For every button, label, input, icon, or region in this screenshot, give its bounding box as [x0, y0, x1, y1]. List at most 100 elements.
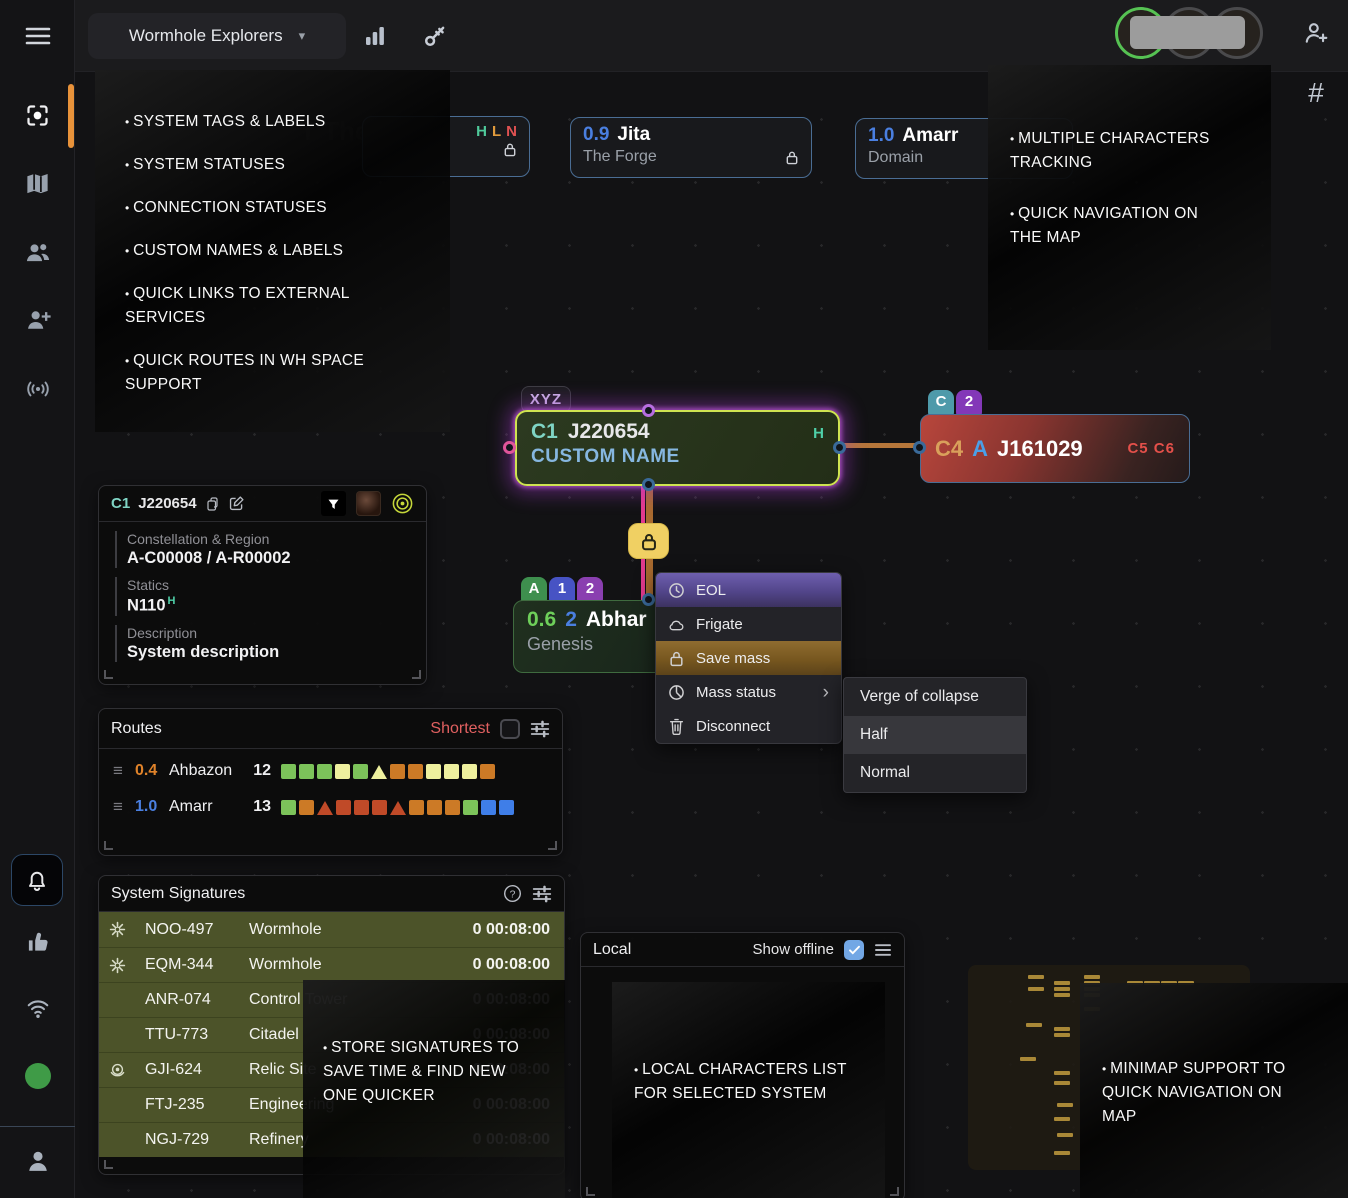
- connection-handle-abhazon-top[interactable]: [642, 593, 655, 606]
- clock-icon: [668, 582, 685, 599]
- add-character-icon[interactable]: [1296, 13, 1336, 53]
- minimap-system-marker: [1057, 1103, 1073, 1107]
- menu-item-frigate[interactable]: Frigate: [656, 607, 841, 641]
- trash-icon: [668, 718, 685, 735]
- route-row[interactable]: ≡1.0Amarr13: [99, 793, 562, 821]
- settings-sliders-icon[interactable]: [530, 720, 550, 738]
- route-marker: [408, 764, 423, 779]
- constellation-region-value: A-C00008 / A-R00002: [127, 549, 412, 568]
- info-label: Statics: [127, 577, 412, 593]
- resize-handle[interactable]: [104, 841, 113, 850]
- system-info-panel[interactable]: C1 J220654 Constellation & Region A-C000…: [98, 485, 427, 685]
- signature-row[interactable]: NOO-497Wormhole0 00:08:00: [99, 912, 564, 947]
- workspace-name: Wormhole Explorers: [129, 26, 283, 46]
- description-value: System description: [127, 643, 412, 662]
- callout-features: SYSTEM TAGS & LABELSSYSTEM STATUSESCONNE…: [95, 70, 450, 432]
- info-label: Constellation & Region: [127, 531, 412, 547]
- settings-sliders-icon[interactable]: [532, 885, 552, 903]
- minimap-system-marker: [1054, 1081, 1070, 1085]
- wormhole-icon: [109, 957, 145, 974]
- minimap-system-marker: [1028, 975, 1044, 979]
- menu-item-eol[interactable]: EOL: [656, 573, 841, 607]
- menu-item-mass-status[interactable]: Mass status›: [656, 675, 841, 709]
- submenu-item-half[interactable]: Half: [844, 716, 1026, 754]
- lock-icon: [785, 150, 799, 165]
- callout-bullet: QUICK NAVIGATION ON THE MAP: [1010, 202, 1257, 250]
- system-node-c4[interactable]: C4 A J161029 C5 C6: [920, 414, 1190, 483]
- sidebar-item-maps[interactable]: [0, 156, 75, 210]
- callout-text: MINIMAP SUPPORT TO QUICK NAVIGATION ON M…: [1102, 1057, 1336, 1129]
- hash-icon[interactable]: #: [1296, 73, 1336, 113]
- workspace-selector[interactable]: Wormhole Explorers ▾: [88, 13, 346, 59]
- connection-handle-bottom[interactable]: [642, 478, 655, 491]
- sidebar-item-broadcast[interactable]: [0, 362, 75, 416]
- resize-handle[interactable]: [586, 1187, 595, 1196]
- minimap-system-marker: [1054, 981, 1070, 985]
- connection-handle-right[interactable]: [833, 441, 846, 454]
- scan-target-icon[interactable]: [391, 492, 414, 515]
- sidebar-item-add-character[interactable]: [0, 293, 75, 347]
- system-node-jita[interactable]: 0.9Jita The Forge: [570, 117, 812, 178]
- routes-panel[interactable]: Routes Shortest ≡0.4Ahbazon12≡1.0Amarr13: [98, 708, 563, 856]
- region-name: Domain: [868, 149, 923, 167]
- minimap-system-marker: [1054, 987, 1070, 991]
- sidebar-item-characters[interactable]: [0, 226, 75, 280]
- statics-value: N110: [127, 597, 166, 615]
- submenu-item-normal[interactable]: Normal: [844, 754, 1026, 792]
- system-effect-thumbnail[interactable]: [356, 491, 381, 516]
- resize-handle[interactable]: [548, 841, 557, 850]
- sidebar-item-profile[interactable]: [0, 1134, 75, 1188]
- callout-local: LOCAL CHARACTERS LIST FOR SELECTED SYSTE…: [612, 982, 885, 1198]
- callout-minimap: MINIMAP SUPPORT TO QUICK NAVIGATION ON M…: [1080, 983, 1348, 1198]
- save-mass-lock-badge[interactable]: [628, 523, 669, 559]
- connection-handle-left[interactable]: [503, 441, 516, 454]
- resize-handle[interactable]: [104, 1160, 113, 1169]
- route-marker: [480, 764, 495, 779]
- show-offline-checkbox[interactable]: [844, 940, 864, 960]
- drag-handle-icon[interactable]: ≡: [113, 797, 135, 817]
- route-marker: [317, 801, 333, 815]
- wormhole-class-icon[interactable]: [321, 491, 346, 516]
- statistics-icon[interactable]: [357, 18, 393, 54]
- copy-icon[interactable]: [205, 496, 220, 512]
- hamburger-menu-icon[interactable]: [0, 9, 75, 63]
- route-marker: [426, 764, 441, 779]
- route-row[interactable]: ≡0.4Ahbazon12: [99, 757, 562, 785]
- route-mode-label[interactable]: Shortest: [430, 720, 490, 738]
- route-mode-checkbox[interactable]: [500, 719, 520, 739]
- sidebar-item-rally[interactable]: [0, 915, 75, 969]
- route-marker: [462, 764, 477, 779]
- drag-handle-icon[interactable]: ≡: [113, 761, 135, 781]
- wh-class-label: C1: [111, 495, 130, 512]
- resize-handle[interactable]: [104, 670, 113, 679]
- signature-row[interactable]: EQM-344Wormhole0 00:08:00: [99, 947, 564, 982]
- panel-title: Local: [593, 941, 631, 959]
- chevron-down-icon: ▾: [299, 28, 306, 44]
- menu-item-disconnect[interactable]: Disconnect: [656, 709, 841, 743]
- access-key-icon[interactable]: [417, 18, 453, 54]
- signature-timer: 0 00:08:00: [473, 956, 550, 974]
- resize-handle[interactable]: [412, 670, 421, 679]
- submenu-item-verge-of-collapse[interactable]: Verge of collapse: [844, 678, 1026, 716]
- system-node-c1-selected[interactable]: C1 J220654 H CUSTOM NAME: [515, 410, 840, 486]
- chevron-right-icon: ›: [823, 683, 829, 702]
- signature-id: TTU-773: [145, 1026, 249, 1044]
- system-name: Jita: [617, 124, 650, 146]
- connection-c1-c4[interactable]: [841, 443, 919, 448]
- help-icon[interactable]: ?: [503, 884, 522, 903]
- custom-tag-badge[interactable]: XYZ: [521, 386, 571, 413]
- cloud-icon: [668, 616, 685, 633]
- wh-class-label: C1: [531, 420, 558, 444]
- edit-icon[interactable]: [228, 495, 245, 512]
- resize-handle[interactable]: [890, 1187, 899, 1196]
- sidebar-item-notifications[interactable]: [11, 854, 63, 906]
- connection-handle-c4-left[interactable]: [913, 441, 926, 454]
- connection-handle-top[interactable]: [642, 404, 655, 417]
- menu-item-label: Frigate: [696, 616, 743, 633]
- pie-icon: [668, 684, 685, 701]
- route-marker: [463, 800, 478, 815]
- connection-context-menu: EOL Frigate Save massMass status›Disconnec…: [655, 572, 842, 744]
- sidebar-item-focus-map[interactable]: [0, 88, 75, 142]
- menu-item-save-mass[interactable]: Save mass: [656, 641, 841, 675]
- menu-icon[interactable]: [874, 943, 892, 957]
